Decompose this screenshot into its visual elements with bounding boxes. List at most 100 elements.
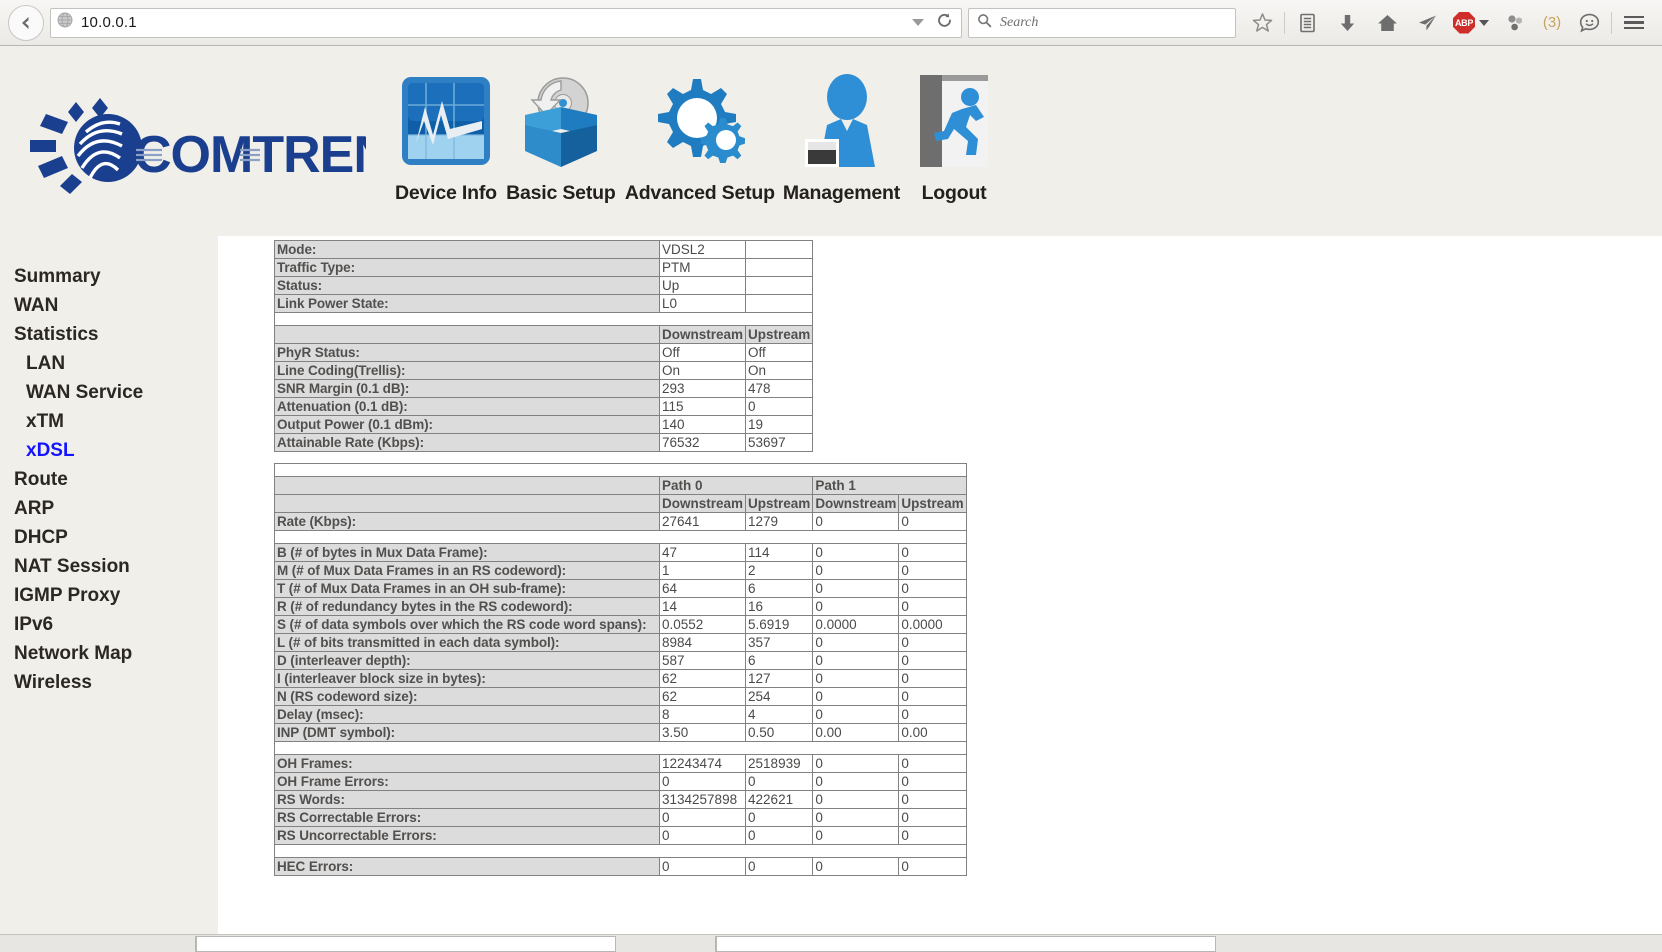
url-bar[interactable]: 10.0.0.1 [50,7,962,38]
table-row: Traffic Type: PTM [274,258,963,277]
main-navigation: Device Info Basic Setup Advanced Setup M… [391,46,1004,205]
table-row: I (interleaver block size in bytes): 62 … [274,669,967,688]
table-spacer-row [274,741,967,755]
sidebar-item-nat-session[interactable]: NAT Session [0,552,218,581]
sidebar-item-summary[interactable]: Summary [0,262,218,291]
search-input-placeholder[interactable]: Search [1000,15,1038,31]
row-label: M (# of Mux Data Frames in an RS codewor… [274,561,660,580]
sidebar-item-wan-service[interactable]: WAN Service [0,378,218,407]
globe-icon [57,12,73,33]
downloads-icon[interactable] [1327,3,1367,43]
spacer-cell [813,259,963,277]
back-button[interactable] [8,4,44,41]
header-downstream: Downstream [658,325,747,344]
table-row: Link Power State: L0 [274,294,963,313]
home-icon[interactable] [1367,3,1407,43]
table-row: Mode: VDSL2 [274,240,963,259]
sidebar-item-ipv6[interactable]: IPv6 [0,610,218,639]
bookmark-star-icon[interactable] [1242,3,1282,43]
table-row: Rate (Kbps): 27641 1279 0 0 [274,512,967,531]
sidebar-item-wan[interactable]: WAN [0,291,218,320]
sidebar-item-dhcp[interactable]: DHCP [0,523,218,552]
scrollbar-track-mid[interactable] [616,935,716,952]
table-row: T (# of Mux Data Frames in an OH sub-fra… [274,579,967,598]
smiley-chat-icon[interactable] [1569,3,1609,43]
table-header-row: Path 0 Path 1 [274,476,967,495]
row-value: 1 [658,561,747,580]
scrollbar-track-right[interactable] [1216,935,1662,952]
toolbar-divider-2 [1611,11,1612,34]
send-tab-icon[interactable] [1407,3,1447,43]
reading-list-icon[interactable] [1287,3,1327,43]
sidebar-item-xdsl[interactable]: xDSL [0,436,218,465]
row-value: 0 [812,790,900,809]
row-value: L0 [658,294,747,313]
row-value-downstream: 140 [658,415,747,434]
sidebar-item-network-map[interactable]: Network Map [0,639,218,668]
row-value: 0.0000 [812,615,900,634]
row-label: Attainable Rate (Kbps): [274,433,660,452]
sidebar-item-lan[interactable]: LAN [0,349,218,378]
row-value: 0 [812,826,900,845]
row-label: RS Correctable Errors: [274,808,660,827]
row-label: D (interleaver depth): [274,651,660,670]
hamburger-menu-icon[interactable] [1614,3,1654,43]
row-value: 0 [898,633,967,652]
adblock-plus-icon[interactable]: ABP [1447,3,1495,43]
row-value-empty [745,294,814,313]
sidebar-item-statistics[interactable]: Statistics [0,320,218,349]
scrollbar-track-left[interactable] [0,935,196,952]
row-value: 0 [812,651,900,670]
sidebar-item-xtm[interactable]: xTM [0,407,218,436]
spacer-cell [813,241,963,259]
row-value: 114 [745,543,814,562]
row-value: 8 [658,705,747,724]
row-value: 0 [812,597,900,616]
table-row: N (RS codeword size): 62 254 0 0 [274,687,967,706]
row-value: 0 [898,579,967,598]
nav-label-basic-setup: Basic Setup [506,182,616,204]
sidebar-item-wireless[interactable]: Wireless [0,668,218,697]
spacer-cell [273,312,814,326]
sidebar-item-arp[interactable]: ARP [0,494,218,523]
reload-icon[interactable] [936,12,953,34]
header-blank [274,476,660,495]
url-text[interactable]: 10.0.0.1 [81,14,904,31]
nav-advanced-setup[interactable]: Advanced Setup [621,60,779,205]
row-label: R (# of redundancy bytes in the RS codew… [274,597,660,616]
row-value: 0 [898,857,967,876]
row-value: 0 [898,512,967,531]
nav-management[interactable]: Management [779,60,904,205]
row-label: L (# of bits transmitted in each data sy… [274,633,660,652]
row-label: SNR Margin (0.1 dB): [274,379,660,398]
header-upstream: Upstream [745,325,814,344]
sidebar-item-route[interactable]: Route [0,465,218,494]
header-p0-downstream: Downstream [658,494,747,513]
scrollbar-thumb[interactable] [196,935,616,952]
nav-logout[interactable]: Logout [904,60,1004,205]
row-value: 0 [898,651,967,670]
row-value: 0 [812,561,900,580]
advanced-setup-gears-icon [657,79,745,163]
row-value: 0 [898,561,967,580]
row-label: Delay (msec): [274,705,660,724]
table-row: R (# of redundancy bytes in the RS codew… [274,597,967,616]
scrollbar-thumb-2[interactable] [716,935,1216,952]
search-bar[interactable]: Search [968,7,1236,38]
basic-setup-box-disc-icon [524,77,597,167]
ghostery-icon[interactable] [1495,3,1535,43]
nav-basic-setup[interactable]: Basic Setup [501,60,621,205]
chevron-down-icon[interactable] [912,19,924,26]
spacer-cell [274,844,967,858]
row-label: Rate (Kbps): [274,512,660,531]
nav-device-info[interactable]: Device Info [391,60,501,205]
row-label: Output Power (0.1 dBm): [274,415,660,434]
row-value: 587 [658,651,747,670]
sidebar-item-igmp-proxy[interactable]: IGMP Proxy [0,581,218,610]
notification-count[interactable]: (3) [1535,3,1569,43]
brand-logo[interactable]: COMTREND [16,46,391,204]
table-row: OH Frame Errors: 0 0 0 0 [274,772,967,791]
row-label: B (# of bytes in Mux Data Frame): [274,543,660,562]
abp-chevron-down-icon[interactable] [1479,19,1489,26]
horizontal-scrollbar[interactable] [0,934,1662,952]
